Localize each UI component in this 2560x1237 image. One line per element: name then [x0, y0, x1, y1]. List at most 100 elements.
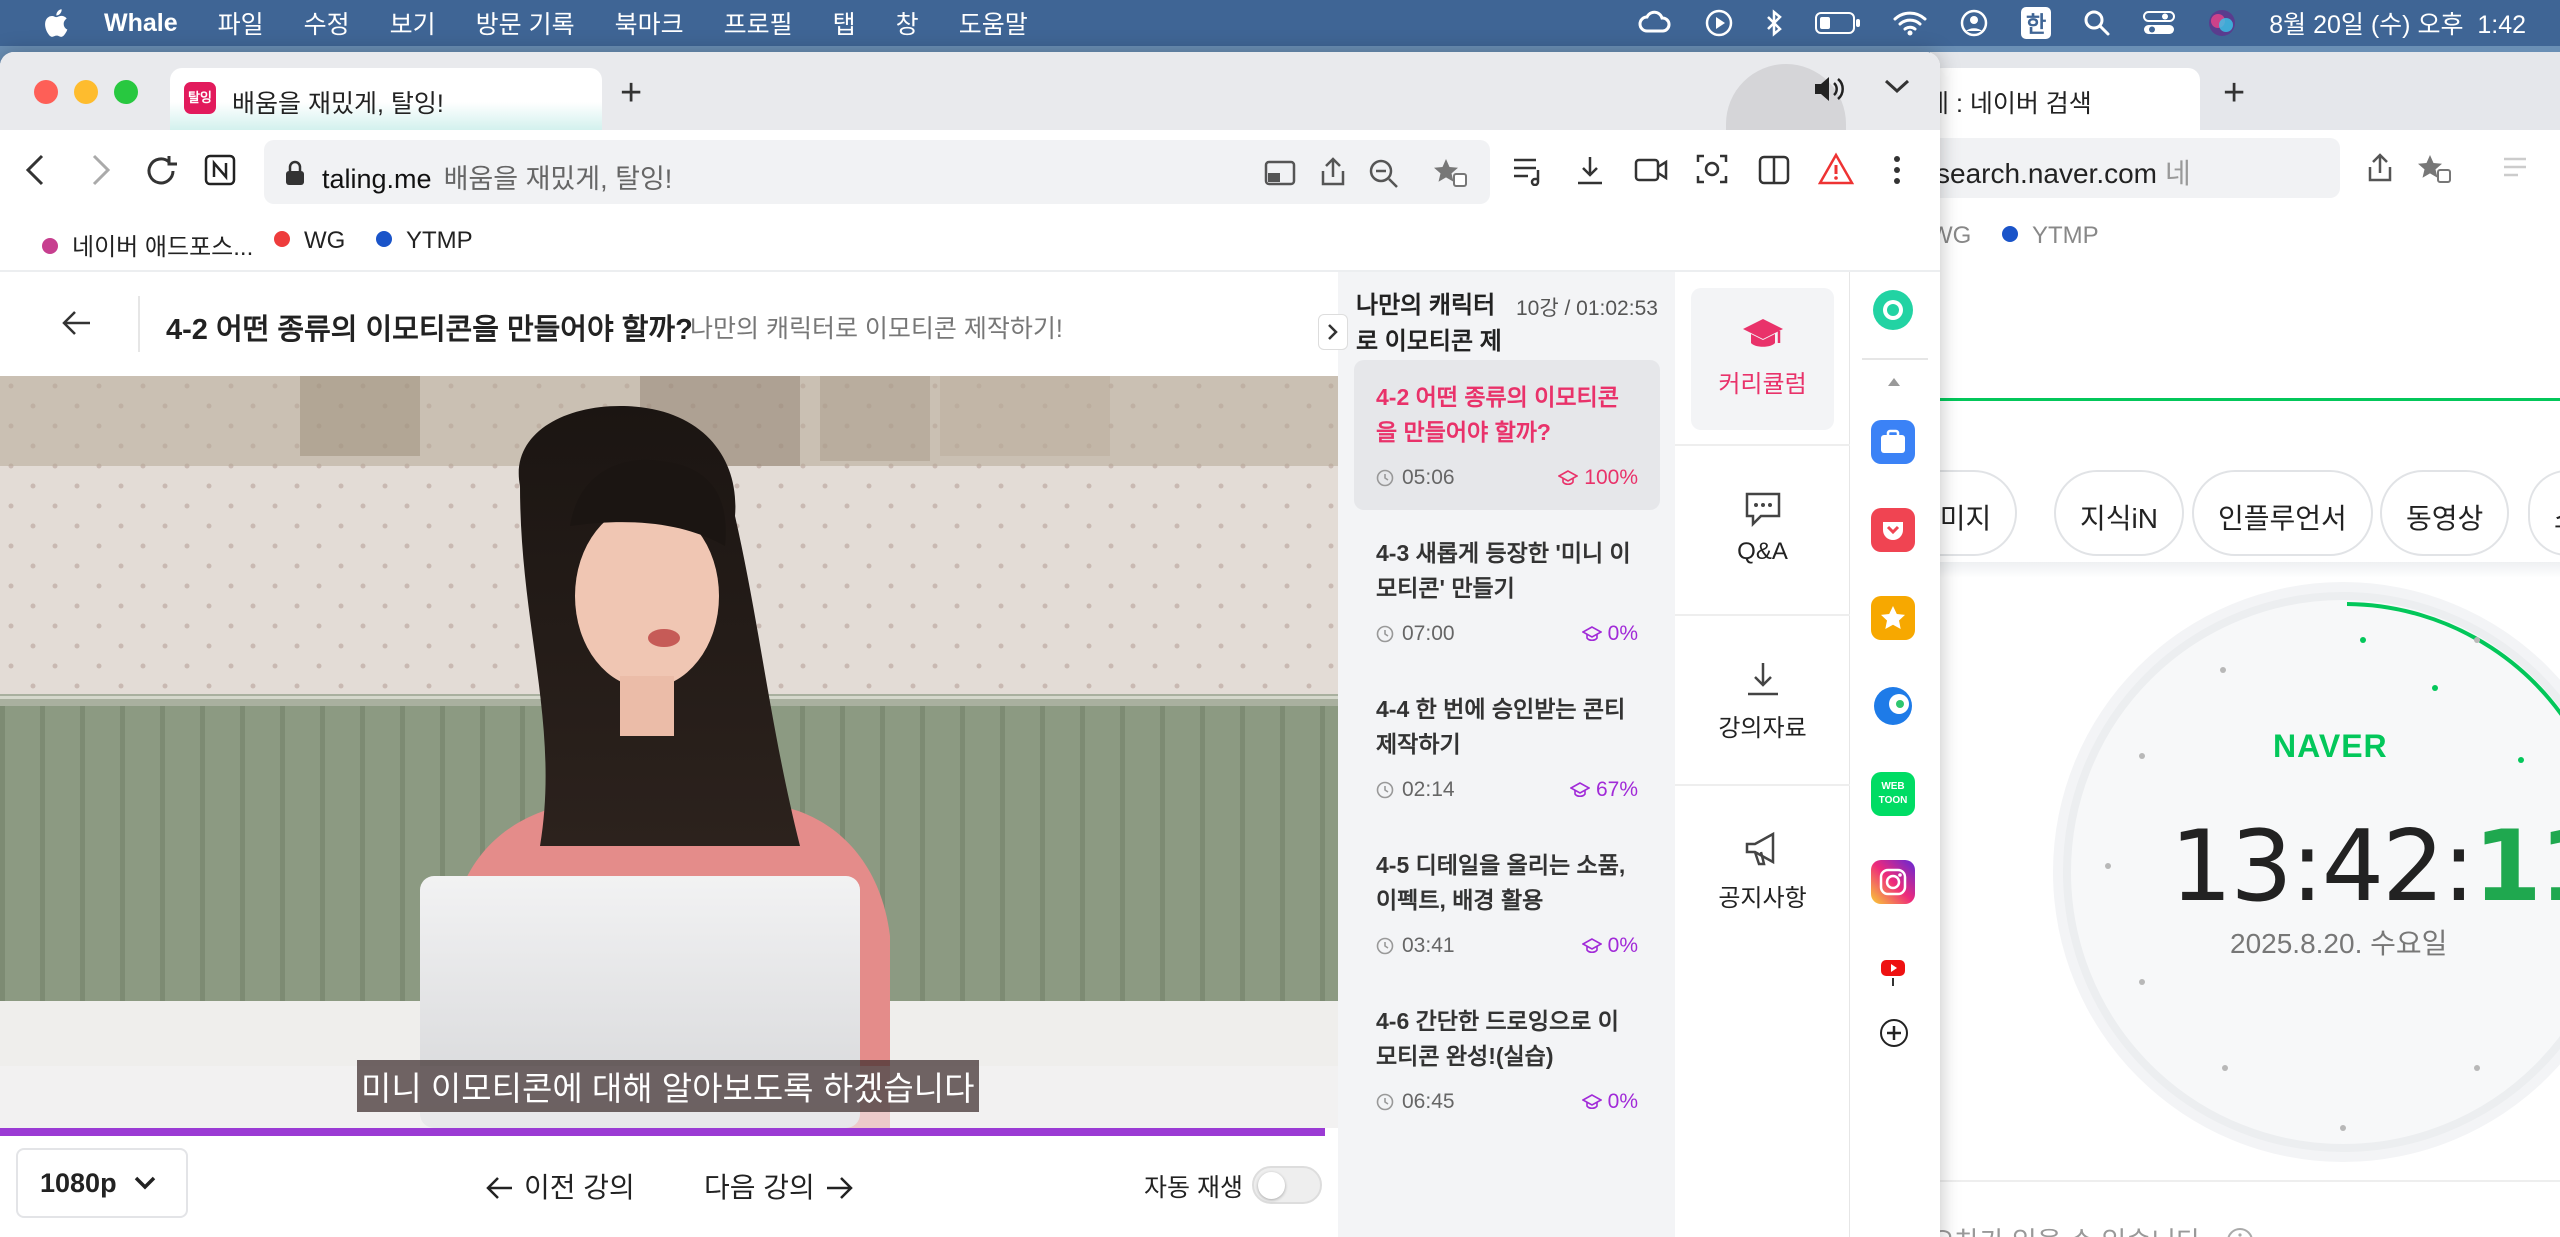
new-tab-button[interactable]: +	[2223, 72, 2245, 115]
close-window-button[interactable]	[34, 80, 58, 104]
clock-date: 2025.8.20. 수요일	[2230, 928, 2448, 959]
lesson-item[interactable]: 4-6 간단한 드로잉으로 이모티콘 완성!(실습) 06:45 0%	[1354, 984, 1660, 1134]
webtoon-icon[interactable]: WEB TOON	[1871, 772, 1915, 816]
right-bookmark-ytmp[interactable]: YTMP	[2002, 222, 2099, 249]
control-center-icon[interactable]	[2143, 10, 2176, 36]
whale-space-icon[interactable]	[1871, 288, 1915, 332]
spotlight-search-icon[interactable]	[2083, 9, 2111, 37]
menu-qa[interactable]: Q&A	[1675, 490, 1850, 566]
chip-kin[interactable]: 지식iN	[2054, 470, 2184, 556]
instagram-icon[interactable]	[1871, 860, 1915, 904]
collapse-panel-button[interactable]	[1318, 314, 1348, 350]
screen-capture-icon[interactable]	[1696, 152, 1728, 186]
share-icon[interactable]	[1318, 156, 1348, 188]
search-box-border	[1930, 398, 2560, 401]
lesson-progress: 0%	[1580, 1090, 1638, 1114]
bookmark-bar: 네이버 애드포스... WG YTMP	[0, 218, 1940, 270]
clock-seconds: 11	[2473, 810, 2560, 924]
bookmark-label: 네이버 애드포스...	[72, 234, 254, 261]
bookmark-dot	[274, 231, 290, 247]
next-lesson-button[interactable]: 다음 강의	[704, 1166, 853, 1206]
menu-notice[interactable]: 공지사항	[1675, 830, 1850, 913]
tab-list-chevron-icon[interactable]	[1882, 76, 1912, 96]
video-progress-bar[interactable]	[0, 1128, 1325, 1136]
toolbox-icon[interactable]	[1871, 420, 1915, 464]
play-icon[interactable]	[1705, 9, 1733, 37]
share-icon[interactable]	[2365, 152, 2395, 184]
menu-app-name[interactable]: Whale	[104, 9, 178, 38]
lock-icon[interactable]	[284, 160, 306, 186]
menu-view[interactable]: 보기	[390, 5, 436, 41]
lesson-item[interactable]: 4-4 한 번에 승인받는 콘티 제작하기 02:14 67%	[1354, 672, 1660, 822]
lesson-item-meta: 03:41 0%	[1376, 934, 1638, 958]
warning-icon[interactable]	[1818, 152, 1854, 186]
wifi-icon[interactable]	[1893, 10, 1927, 36]
chip-video[interactable]: 동영상	[2380, 470, 2510, 556]
naver-tab[interactable]: 네 : 네이버 검색	[1926, 68, 2200, 130]
video-capture-icon[interactable]	[1634, 156, 1668, 184]
menu-edit[interactable]: 수정	[304, 5, 350, 41]
playlist-icon[interactable]	[1512, 156, 1546, 186]
lesson-header: 4-2 어떤 종류의 이모티콘을 만들어야 할까? 나만의 캐릭터로 이모티콘 …	[0, 272, 1338, 376]
menu-curriculum[interactable]: 커리큘럼	[1691, 288, 1834, 430]
audio-playing-icon[interactable]	[1812, 74, 1846, 104]
battery-icon[interactable]	[1815, 11, 1861, 35]
minimize-window-button[interactable]	[74, 80, 98, 104]
menu-profile[interactable]: 프로필	[724, 5, 793, 41]
whale-sidebar: WEB TOON	[1850, 272, 1940, 1237]
playlist-icon[interactable]	[2502, 156, 2534, 182]
menu-window[interactable]: 창	[896, 5, 919, 41]
chip-influencer[interactable]: 인플루언서	[2192, 470, 2373, 556]
bookmark-ytmp[interactable]: YTMP	[376, 227, 473, 255]
back-arrow-icon[interactable]	[62, 310, 92, 336]
video-player[interactable]	[0, 376, 1338, 1128]
lesson-duration-text: 02:14	[1402, 778, 1455, 801]
info-icon[interactable]	[2226, 1227, 2254, 1237]
picture-in-picture-icon[interactable]	[1264, 158, 1296, 188]
youtube-music-icon[interactable]	[1871, 948, 1915, 992]
menu-help[interactable]: 도움말	[959, 5, 1028, 41]
menu-history[interactable]: 방문 기록	[476, 5, 575, 41]
menu-bookmarks[interactable]: 북마크	[615, 5, 684, 41]
new-tab-button[interactable]: +	[620, 72, 642, 115]
back-icon[interactable]	[22, 152, 50, 188]
bookmark-wg[interactable]: WG	[274, 227, 345, 255]
lesson-item[interactable]: 4-5 디테일을 올리는 소품, 이펙트, 배경 활용 03:41 0%	[1354, 828, 1660, 978]
bluetooth-icon[interactable]	[1765, 9, 1783, 37]
siri-icon[interactable]	[2207, 8, 2237, 38]
forward-icon[interactable]	[86, 152, 114, 188]
menu-tab[interactable]: 탭	[833, 5, 856, 41]
scroll-up-icon[interactable]	[1886, 376, 1902, 388]
lesson-item[interactable]: 4-2 어떤 종류의 이모티콘을 만들어야 할까? 05:06 100%	[1354, 360, 1660, 510]
reload-icon[interactable]	[144, 154, 180, 188]
chip-shopping[interactable]: 쇼	[2528, 470, 2560, 556]
input-method-icon[interactable]: 한	[2021, 7, 2052, 39]
bookmark-naver-adpost[interactable]: 네이버 애드포스...	[42, 227, 253, 262]
menu-file[interactable]: 파일	[218, 5, 264, 41]
right-address-bar[interactable]: search.naver.com 네	[1930, 138, 2340, 198]
user-account-icon[interactable]	[1959, 8, 1989, 38]
split-view-icon[interactable]	[1758, 154, 1790, 186]
active-tab[interactable]: 탈잉 배움을 재밌게, 탈잉!	[170, 68, 602, 130]
notion-icon[interactable]	[204, 154, 236, 186]
papago-icon[interactable]	[1871, 684, 1915, 728]
menu-materials[interactable]: 강의자료	[1675, 660, 1850, 743]
quality-selector[interactable]: 1080p	[16, 1148, 188, 1218]
more-menu-icon[interactable]	[1892, 154, 1902, 186]
bookmark-star-icon[interactable]	[2416, 152, 2452, 184]
lesson-item[interactable]: 4-3 새롭게 등장한 '미니 이모티콘' 만들기 07:00 0%	[1354, 516, 1660, 666]
apple-icon[interactable]	[40, 7, 70, 39]
download-icon[interactable]	[1574, 154, 1606, 186]
bookmark-star-icon[interactable]	[1432, 156, 1468, 188]
favorites-icon[interactable]	[1871, 596, 1915, 640]
add-app-icon[interactable]	[1879, 1018, 1909, 1048]
pocket-icon[interactable]	[1871, 508, 1915, 552]
zoom-window-button[interactable]	[114, 80, 138, 104]
clock-datetime[interactable]: 8월 20일 (수) 오후 1:42	[2269, 5, 2526, 41]
digital-clock: 13:42:11	[2170, 810, 2560, 924]
autoplay-toggle[interactable]	[1252, 1166, 1322, 1204]
address-bar[interactable]: taling.me 배움을 재밌게, 탈잉!	[264, 140, 1490, 204]
creative-cloud-icon[interactable]	[1637, 9, 1673, 37]
zoom-out-icon[interactable]	[1368, 158, 1400, 188]
previous-lesson-button[interactable]: 이전 강의	[486, 1166, 635, 1206]
